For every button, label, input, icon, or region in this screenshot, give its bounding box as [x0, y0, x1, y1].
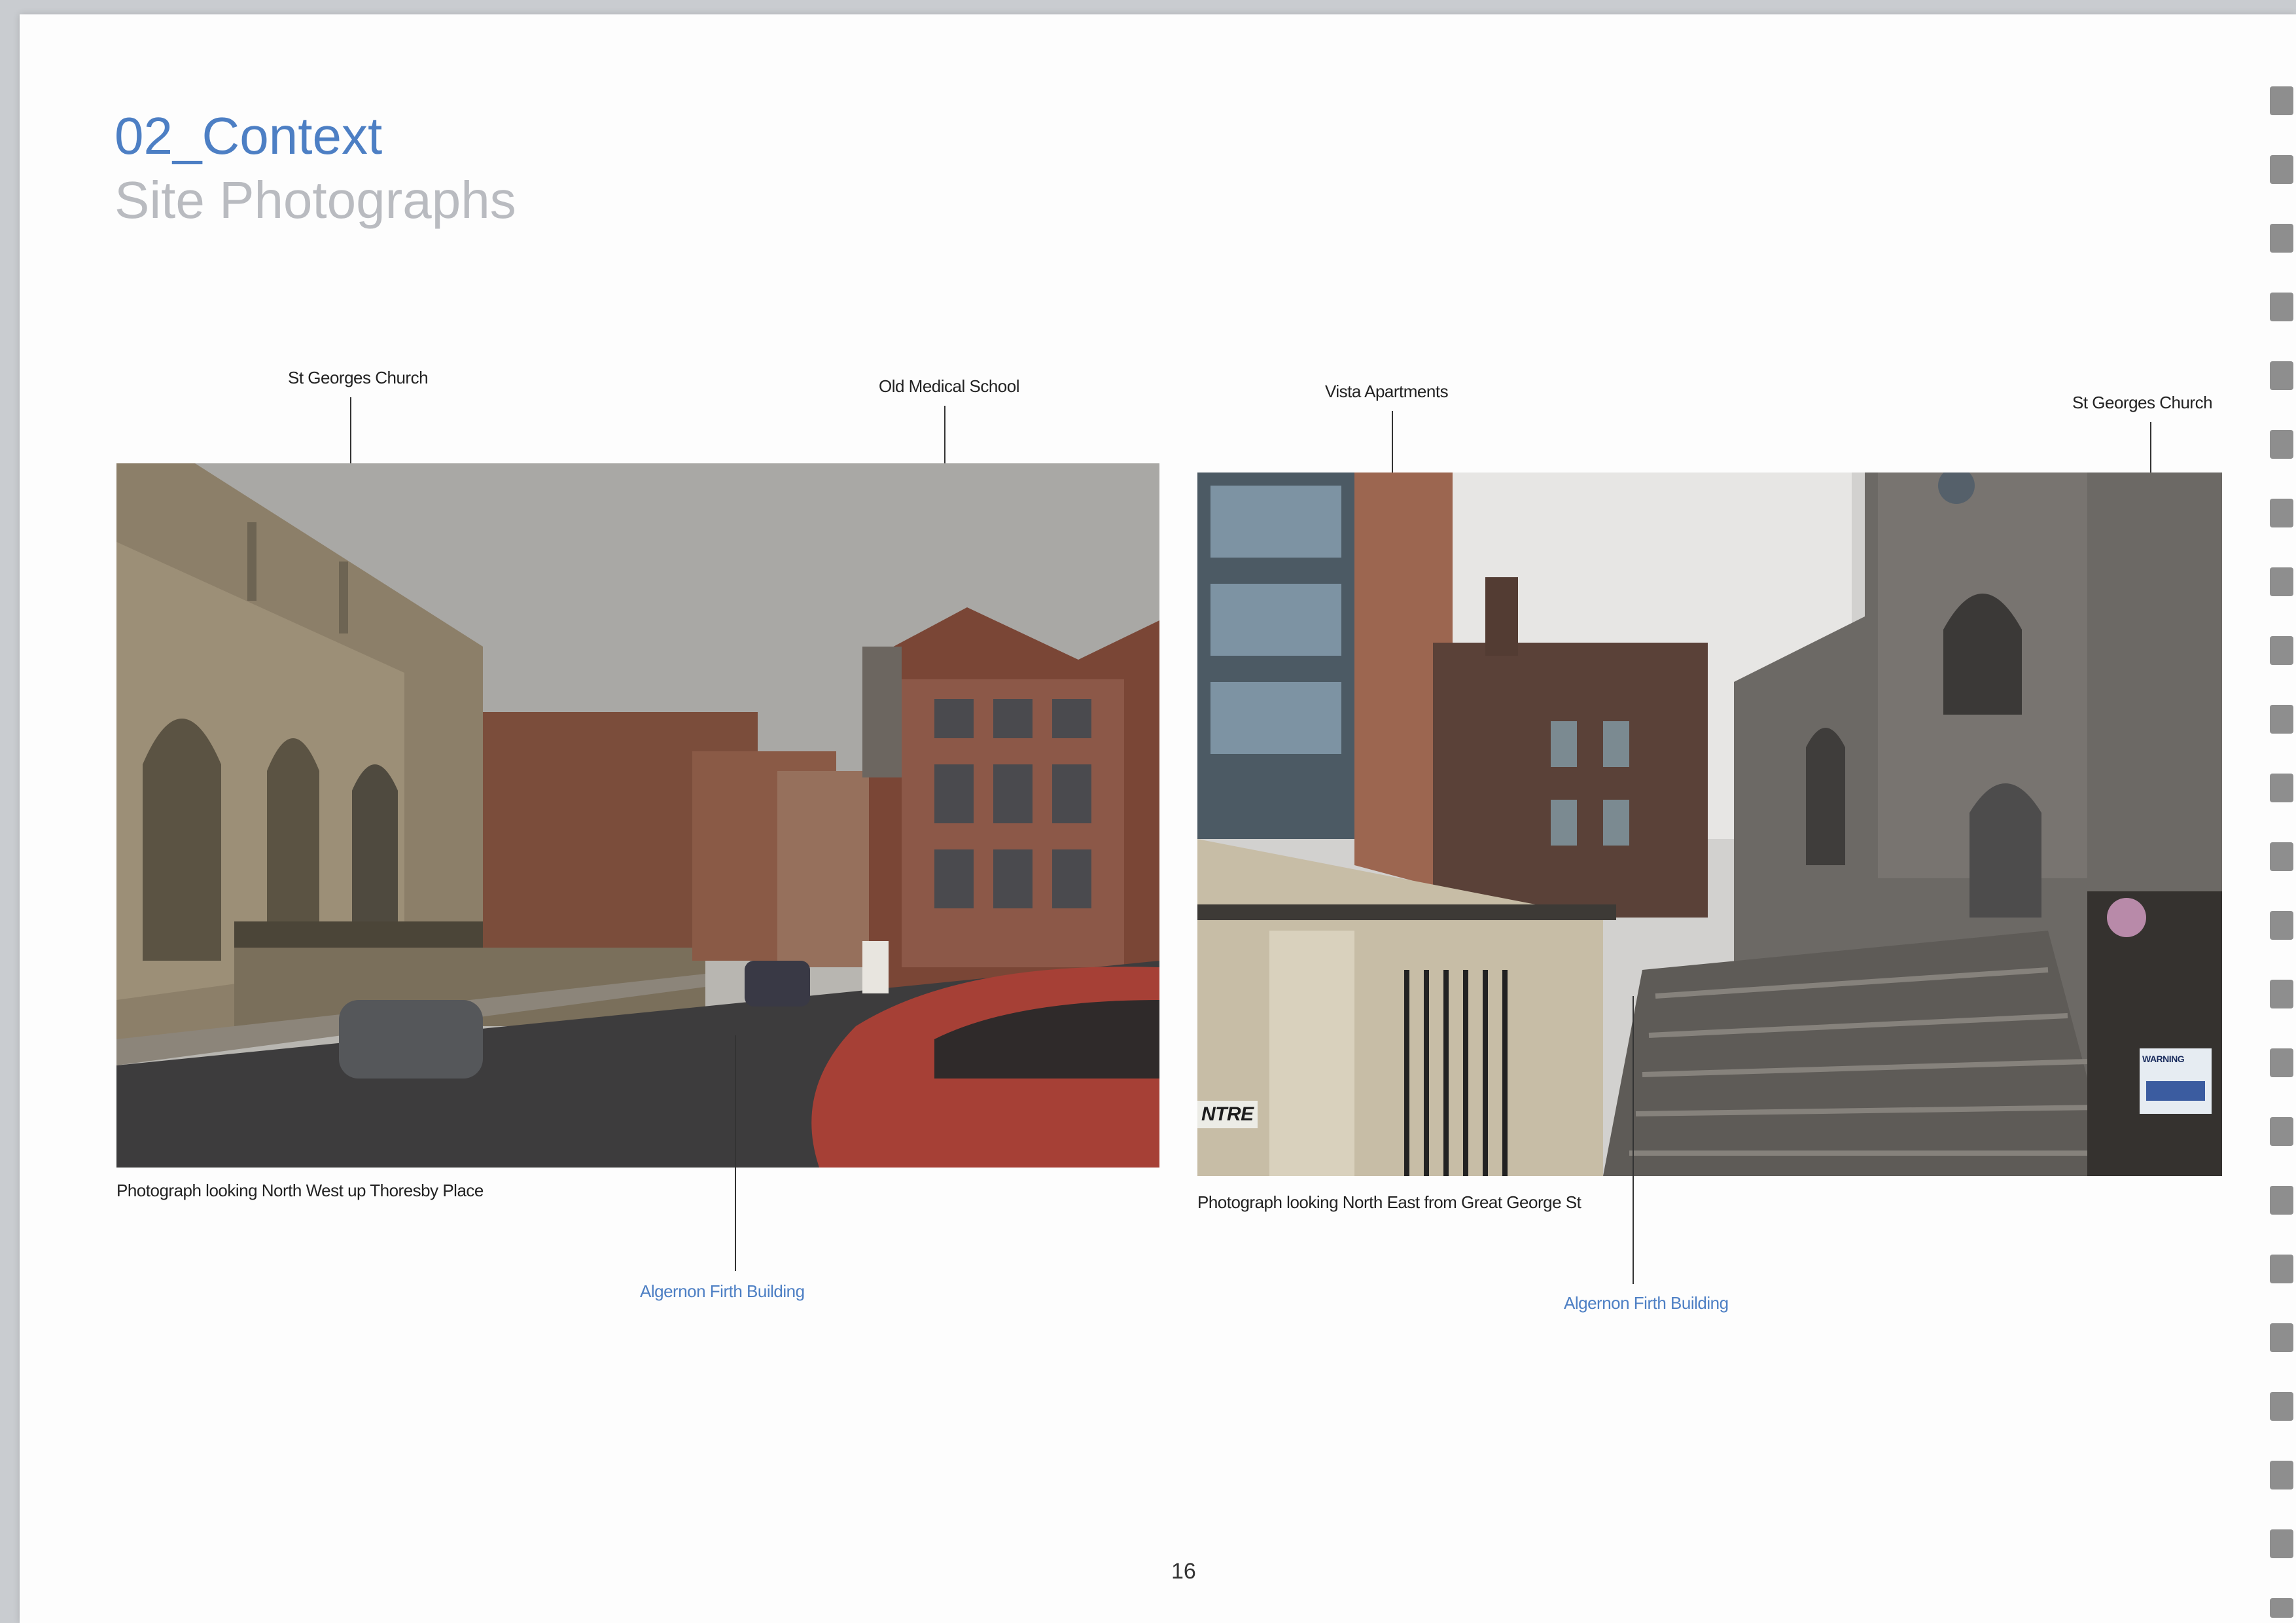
warning-sign: WARNING — [2142, 1054, 2185, 1064]
binding-hole — [2270, 1598, 2293, 1618]
photo-caption-right: Photograph looking North East from Great… — [1197, 1192, 1581, 1212]
site-photo-great-george-st — [1197, 473, 2222, 1176]
binding-hole — [2270, 1186, 2293, 1215]
label-algernon-firth-building-right: Algernon Firth Building — [1564, 1293, 1729, 1313]
binding-hole — [2270, 1255, 2293, 1283]
label-algernon-firth-building-left: Algernon Firth Building — [640, 1281, 805, 1301]
photo-caption-left: Photograph looking North West up Thoresb… — [116, 1181, 484, 1200]
binding-hole — [2270, 774, 2293, 802]
binding-hole — [2270, 1048, 2293, 1077]
binding-hole — [2270, 1529, 2293, 1558]
document-page: 02_Context Site Photographs St Georges C… — [20, 14, 2296, 1623]
binding-hole — [2270, 86, 2293, 115]
binding-hole — [2270, 499, 2293, 527]
binding-hole — [2270, 1323, 2293, 1352]
binding-hole — [2270, 567, 2293, 596]
binding-hole — [2270, 224, 2293, 253]
site-photo-thoresby-place — [116, 463, 1159, 1168]
binding-hole — [2270, 1392, 2293, 1421]
binding-hole — [2270, 361, 2293, 390]
binding-hole — [2270, 293, 2293, 321]
binding-hole — [2270, 1461, 2293, 1489]
section-subtitle: Site Photographs — [115, 171, 516, 229]
leader-line — [1633, 996, 1634, 1284]
binding-hole — [2270, 430, 2293, 459]
entrance-sign: NTRE — [1197, 1101, 1258, 1128]
binding-hole — [2270, 1117, 2293, 1146]
binding-hole — [2270, 705, 2293, 734]
binding-hole — [2270, 980, 2293, 1008]
binding-hole — [2270, 911, 2293, 940]
binding-hole — [2270, 155, 2293, 184]
label-old-medical-school: Old Medical School — [879, 376, 1020, 396]
label-st-georges-church-right: St Georges Church — [2072, 393, 2213, 412]
label-st-georges-church-left: St Georges Church — [288, 368, 429, 387]
section-title: 02_Context — [115, 107, 383, 165]
binding-hole — [2270, 842, 2293, 871]
page-number: 16 — [1171, 1559, 1196, 1584]
spiral-binding — [2257, 14, 2296, 1623]
binding-hole — [2270, 636, 2293, 665]
label-vista-apartments: Vista Apartments — [1325, 382, 1449, 401]
leader-line — [735, 1035, 736, 1271]
